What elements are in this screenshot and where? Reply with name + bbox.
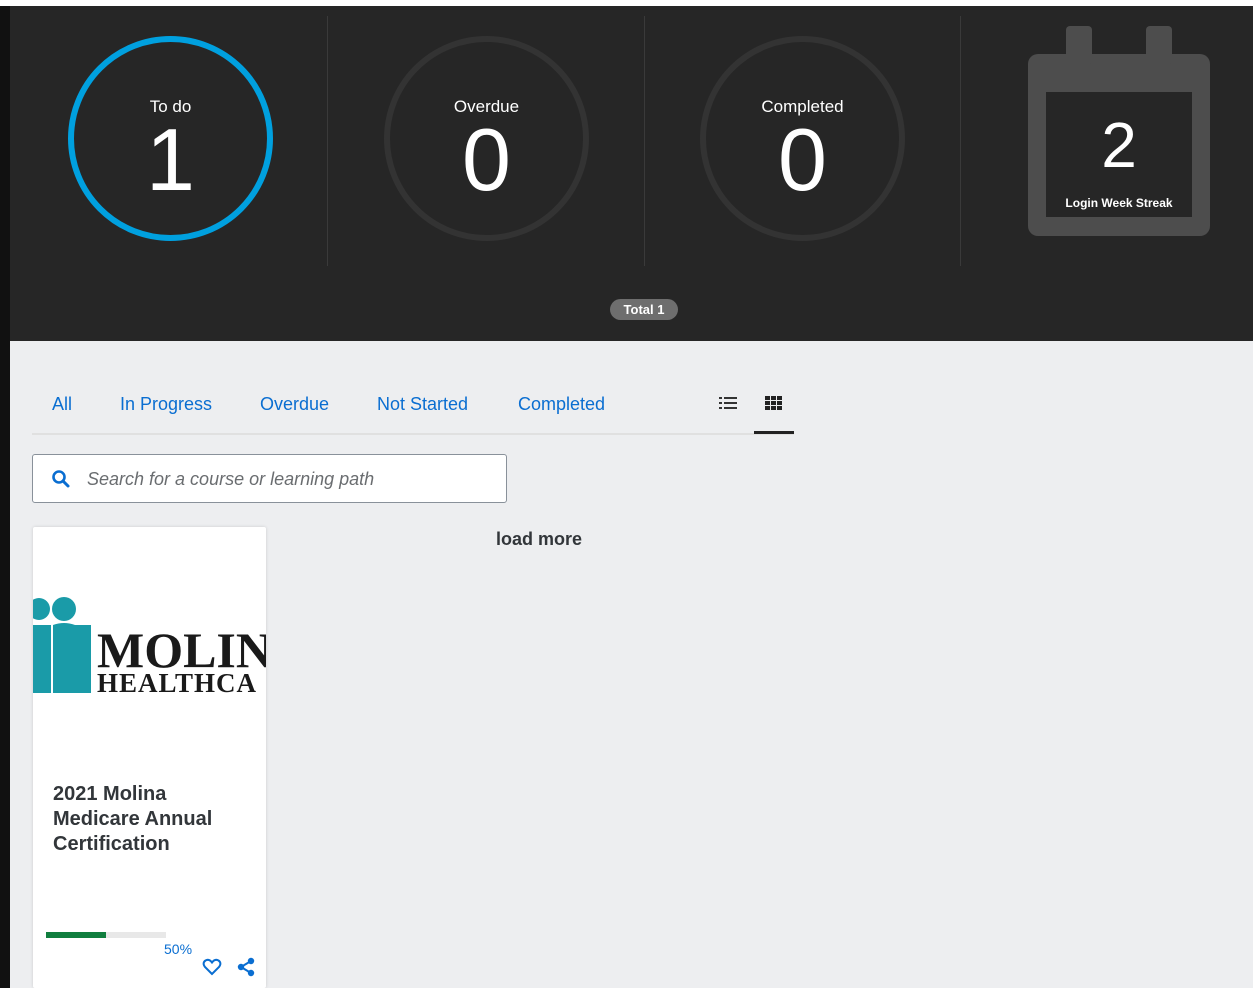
search-icon	[51, 469, 71, 489]
molina-healthcare-logo: MOLIN HEALTHCA	[33, 597, 266, 698]
course-card[interactable]: MOLIN HEALTHCA 2021 Molina Medicare Annu…	[33, 527, 266, 988]
filter-tabs: All In Progress Overdue Not Started Comp…	[32, 381, 794, 435]
overdue-stat[interactable]: Overdue 0	[384, 36, 589, 241]
stat-divider	[327, 16, 328, 266]
tab-not-started[interactable]: Not Started	[377, 394, 468, 415]
tab-overdue[interactable]: Overdue	[260, 394, 329, 415]
calendar-ring	[1146, 26, 1172, 64]
selected-view-indicator	[754, 431, 794, 434]
completed-count: 0	[778, 110, 827, 209]
stats-dashboard: To do 1 Overdue 0 Completed 0 2 Login We…	[10, 6, 1253, 341]
list-view-icon[interactable]	[715, 391, 741, 417]
tab-all[interactable]: All	[52, 394, 72, 415]
calendar-ring	[1066, 26, 1092, 64]
course-title[interactable]: 2021 Molina Medicare Annual Certificatio…	[53, 782, 253, 857]
streak-label: Login Week Streak	[1065, 196, 1173, 210]
grid-view-icon[interactable]	[761, 391, 787, 417]
stat-divider	[644, 16, 645, 266]
progress-percent: 50%	[164, 941, 193, 957]
heart-icon[interactable]	[201, 956, 223, 978]
window-border	[0, 0, 10, 988]
tab-in-progress[interactable]: In Progress	[120, 394, 212, 415]
learning-content: All In Progress Overdue Not Started Comp…	[10, 341, 1253, 988]
course-search[interactable]	[32, 454, 507, 503]
progress-bar	[46, 932, 166, 938]
progress-fill	[46, 932, 106, 938]
search-input[interactable]	[87, 465, 487, 493]
todo-count: 1	[146, 110, 195, 209]
stat-divider	[960, 16, 961, 266]
share-icon[interactable]	[235, 956, 257, 978]
login-streak-calendar-icon: 2 Login Week Streak	[1028, 26, 1210, 236]
calendar-face: 2 Login Week Streak	[1046, 92, 1192, 217]
todo-stat[interactable]: To do 1	[68, 36, 273, 241]
logo-text-bottom: HEALTHCA	[97, 668, 257, 697]
total-badge: Total 1	[610, 299, 678, 320]
load-more-link[interactable]: load more	[496, 529, 582, 550]
streak-count: 2	[1101, 109, 1137, 181]
completed-stat[interactable]: Completed 0	[700, 36, 905, 241]
overdue-count: 0	[462, 110, 511, 209]
tab-completed[interactable]: Completed	[518, 394, 605, 415]
